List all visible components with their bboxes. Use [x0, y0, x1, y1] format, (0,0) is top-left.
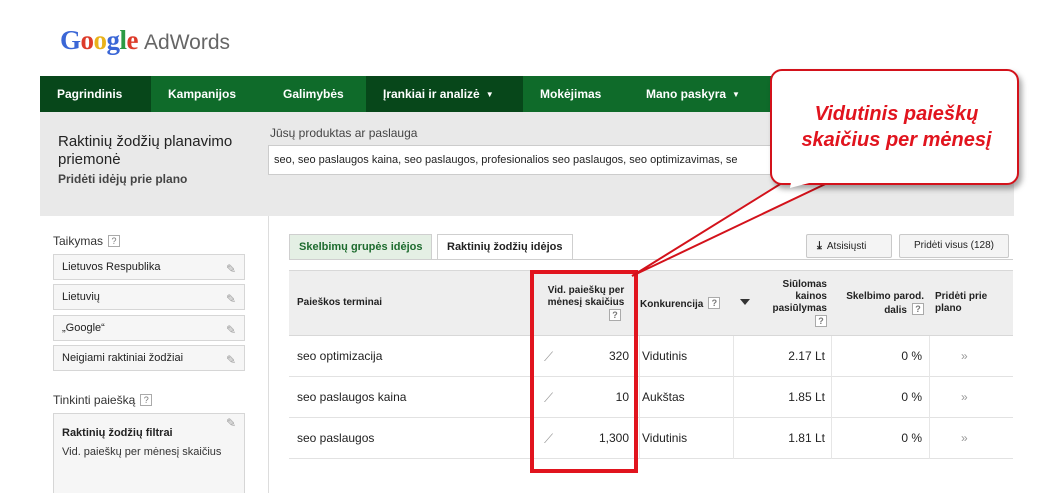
help-icon[interactable]: ?: [912, 303, 924, 315]
row-term: seo paslaugos: [297, 431, 375, 445]
help-icon[interactable]: ?: [815, 315, 827, 327]
pencil-icon[interactable]: ✎: [226, 318, 236, 342]
column-divider: [929, 418, 930, 459]
targeting-network[interactable]: „Google“ ✎: [53, 315, 245, 341]
download-button[interactable]: ⤓ Atsisiųsti: [806, 234, 892, 258]
annotation-callout: Vidutinis paieškų skaičius per mėnesį: [770, 69, 1019, 185]
column-divider: [733, 377, 734, 418]
page-title: Raktinių žodžių planavimo priemonė: [58, 133, 233, 168]
column-divider: [831, 418, 832, 459]
col-impression-share[interactable]: Skelbimo parod. dalis?: [834, 291, 924, 317]
help-icon[interactable]: ?: [140, 394, 153, 406]
searches-column-highlight: [530, 270, 638, 473]
row-competition: Vidutinis: [642, 349, 688, 363]
row-share: 0 %: [901, 349, 922, 363]
customize-search-heading: Tinkinti paiešką?: [53, 393, 153, 407]
add-to-plan-icon[interactable]: »: [961, 377, 968, 418]
chevron-down-icon: ▼: [732, 89, 740, 99]
tab-keyword-ideas[interactable]: Raktinių žodžių idėjos: [437, 234, 573, 260]
download-icon: ⤓: [817, 240, 822, 252]
add-to-plan-icon[interactable]: »: [961, 336, 968, 377]
google-adwords-logo[interactable]: Google AdWords: [60, 25, 230, 61]
adwords-wordmark: AdWords: [144, 31, 230, 54]
tabs-divider: [289, 259, 1013, 260]
callout-text: Vidutinis paieškų skaičius per mėnesį: [801, 103, 992, 151]
row-competition: Aukštas: [642, 390, 685, 404]
nav-tab-opportunities[interactable]: Galimybės: [266, 76, 366, 112]
row-share: 0 %: [901, 431, 922, 445]
row-competition: Vidutinis: [642, 431, 688, 445]
col-term[interactable]: Paieškos terminai: [297, 297, 382, 309]
nav-tab-billing[interactable]: Mokėjimas: [523, 76, 629, 112]
col-add-to-plan: Pridėti prie plano: [935, 291, 988, 314]
nav-tab-tools[interactable]: Įrankiai ir analizė ▼: [366, 76, 523, 112]
tab-ad-group-ideas[interactable]: Skelbimų grupės idėjos: [289, 234, 433, 260]
help-icon[interactable]: ?: [708, 297, 721, 309]
column-divider: [639, 418, 640, 459]
table-row: seo optimizacija ⟋ 320 Vidutinis 2.17 Lt…: [289, 336, 1013, 377]
targeting-negative-keywords[interactable]: Neigiami raktiniai žodžiai ✎: [53, 345, 245, 371]
pencil-icon[interactable]: ✎: [226, 348, 236, 372]
column-divider: [929, 377, 930, 418]
pencil-icon[interactable]: ✎: [226, 287, 236, 311]
column-divider: [639, 377, 640, 418]
sidebar-divider: [268, 216, 269, 493]
table-header: Paieškos terminai Vid. paieškų per mėnes…: [289, 270, 1013, 336]
column-divider: [733, 336, 734, 377]
col-competition[interactable]: Konkurencija?: [640, 297, 721, 311]
add-all-button[interactable]: Pridėti visus (128): [899, 234, 1009, 258]
row-term: seo paslaugos kaina: [297, 390, 407, 404]
col-suggested-bid[interactable]: Siūlomas kainos pasiūlymas?: [759, 279, 827, 329]
nav-tab-campaigns[interactable]: Kampanijos: [151, 76, 266, 112]
row-term: seo optimizacija: [297, 349, 383, 363]
row-bid: 1.81 Lt: [788, 431, 825, 445]
sort-desc-icon[interactable]: [740, 299, 750, 305]
google-wordmark: Google: [60, 25, 139, 55]
column-divider: [929, 336, 930, 377]
row-share: 0 %: [901, 390, 922, 404]
nav-tab-account[interactable]: Mano paskyra ▼: [629, 76, 769, 112]
column-divider: [831, 377, 832, 418]
keyword-filters-box[interactable]: Raktinių žodžių filtrai Vid. paieškų per…: [53, 413, 245, 493]
row-bid: 1.85 Lt: [788, 390, 825, 404]
column-divider: [639, 336, 640, 377]
table-row: seo paslaugos kaina ⟋ 10 Aukštas 1.85 Lt…: [289, 377, 1013, 418]
keyword-filters-title: Raktinių žodžių filtrai: [62, 427, 173, 439]
nav-tab-home[interactable]: Pagrindinis: [40, 76, 151, 112]
keyword-filters-sub: Vid. paieškų per mėnesį skaičius: [62, 446, 222, 458]
targeting-location[interactable]: Lietuvos Respublika ✎: [53, 254, 245, 280]
table-row: seo paslaugos ⟋ 1,300 Vidutinis 1.81 Lt …: [289, 418, 1013, 459]
add-ideas-link[interactable]: Pridėti idėjų prie plano: [58, 172, 187, 186]
column-divider: [733, 418, 734, 459]
targeting-heading: Taikymas?: [53, 234, 121, 248]
targeting-language[interactable]: Lietuvių ✎: [53, 284, 245, 310]
chevron-down-icon: ▼: [485, 89, 494, 99]
help-icon[interactable]: ?: [108, 235, 121, 247]
row-bid: 2.17 Lt: [788, 349, 825, 363]
pencil-icon[interactable]: ✎: [226, 257, 236, 281]
product-label: Jūsų produktas ar paslauga: [270, 126, 418, 140]
column-divider: [831, 336, 832, 377]
add-to-plan-icon[interactable]: »: [961, 418, 968, 459]
pencil-icon[interactable]: ✎: [226, 416, 236, 430]
